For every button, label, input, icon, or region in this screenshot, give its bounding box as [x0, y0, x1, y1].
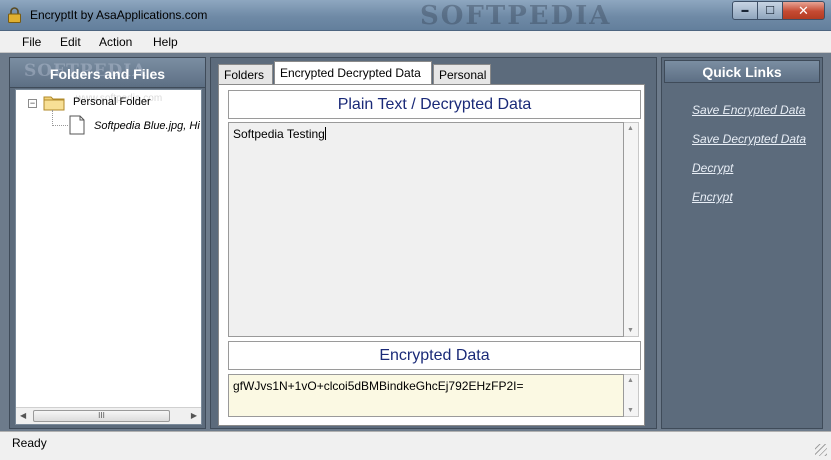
window-title: EncryptIt by AsaApplications.com — [30, 8, 208, 22]
tree-horizontal-scrollbar[interactable]: ◀ III ▶ — [16, 407, 201, 424]
collapse-toggle[interactable]: − — [28, 99, 37, 108]
folders-files-panel: SOFTPEDIA Folders and Files − www.softpe… — [9, 57, 206, 429]
menu-action[interactable]: Action — [99, 35, 132, 49]
close-button[interactable]: ✕ — [782, 1, 825, 20]
plain-text-input[interactable]: Softpedia Testing — [228, 122, 624, 337]
link-save-decrypted-data[interactable]: Save Decrypted Data — [692, 132, 806, 146]
scroll-right-icon[interactable]: ▶ — [191, 411, 197, 420]
menu-help[interactable]: Help — [153, 35, 178, 49]
file-icon — [69, 115, 85, 135]
link-encrypt[interactable]: Encrypt — [692, 190, 733, 204]
link-save-encrypted-data[interactable]: Save Encrypted Data — [692, 103, 805, 117]
scroll-thumb[interactable]: III — [33, 410, 170, 422]
scroll-up-icon[interactable]: ▲ — [627, 125, 634, 132]
scroll-up-icon[interactable]: ▲ — [627, 377, 634, 384]
status-bar: Ready — [0, 431, 831, 460]
tree-item-file[interactable]: Softpedia Blue.jpg, Hi — [94, 120, 200, 132]
encrypted-data-scrollbar[interactable]: ▲ ▼ — [624, 374, 639, 417]
plain-text-header: Plain Text / Decrypted Data — [228, 90, 641, 119]
link-decrypt[interactable]: Decrypt — [692, 161, 733, 175]
plain-text-value: Softpedia Testing — [233, 127, 325, 141]
minimize-button[interactable]: ▬ — [732, 1, 758, 20]
menu-file[interactable]: File — [22, 35, 41, 49]
tab-content: Plain Text / Decrypted Data Softpedia Te… — [218, 84, 645, 426]
text-caret — [324, 127, 326, 140]
maximize-button[interactable]: ☐ — [757, 1, 783, 20]
folders-files-header: SOFTPEDIA Folders and Files — [10, 58, 205, 88]
folder-icon — [43, 96, 65, 111]
tab-folders[interactable]: Folders — [218, 64, 273, 85]
tree-item-personal-folder[interactable]: Personal Folder — [73, 96, 151, 108]
status-text: Ready — [12, 436, 47, 450]
scroll-down-icon[interactable]: ▼ — [627, 407, 634, 414]
encrypted-data-header: Encrypted Data — [228, 341, 641, 370]
data-panel: Folders Encrypted Decrypted Data Persona… — [210, 57, 657, 429]
quick-links-header: Quick Links — [664, 60, 820, 83]
scroll-left-icon[interactable]: ◀ — [20, 411, 26, 420]
menu-edit[interactable]: Edit — [60, 35, 81, 49]
encrypted-data-input[interactable]: gfWJvs1N+1vO+clcoi5dBMBindkeGhcEj792EHzF… — [228, 374, 624, 417]
title-bar: EncryptIt by AsaApplications.com SOFTPED… — [0, 0, 831, 31]
window-controls: ▬ ☐ ✕ — [732, 1, 825, 20]
encrypted-data-value: gfWJvs1N+1vO+clcoi5dBMBindkeGhcEj792EHzF… — [233, 379, 524, 393]
plain-text-scrollbar[interactable]: ▲ ▼ — [624, 122, 639, 337]
maximize-icon: ☐ — [765, 5, 775, 17]
close-icon: ✕ — [798, 2, 809, 18]
menu-bar: File Edit Action Help — [0, 31, 831, 53]
lock-icon — [8, 7, 21, 23]
tree-connector — [52, 110, 68, 126]
resize-grip-icon[interactable] — [815, 444, 827, 456]
tab-personal[interactable]: Personal — [433, 64, 491, 85]
folder-tree[interactable]: − www.softpedia.com Personal Folder Soft… — [15, 89, 202, 425]
tab-encrypted-decrypted-data[interactable]: Encrypted Decrypted Data — [274, 61, 432, 86]
quick-links-panel: Quick Links Save Encrypted Data Save Dec… — [661, 57, 823, 429]
folders-files-title: Folders and Files — [49, 66, 166, 82]
scroll-down-icon[interactable]: ▼ — [627, 327, 634, 334]
softpedia-watermark: SOFTPEDIA — [420, 1, 612, 31]
minimize-icon: ▬ — [741, 7, 749, 14]
